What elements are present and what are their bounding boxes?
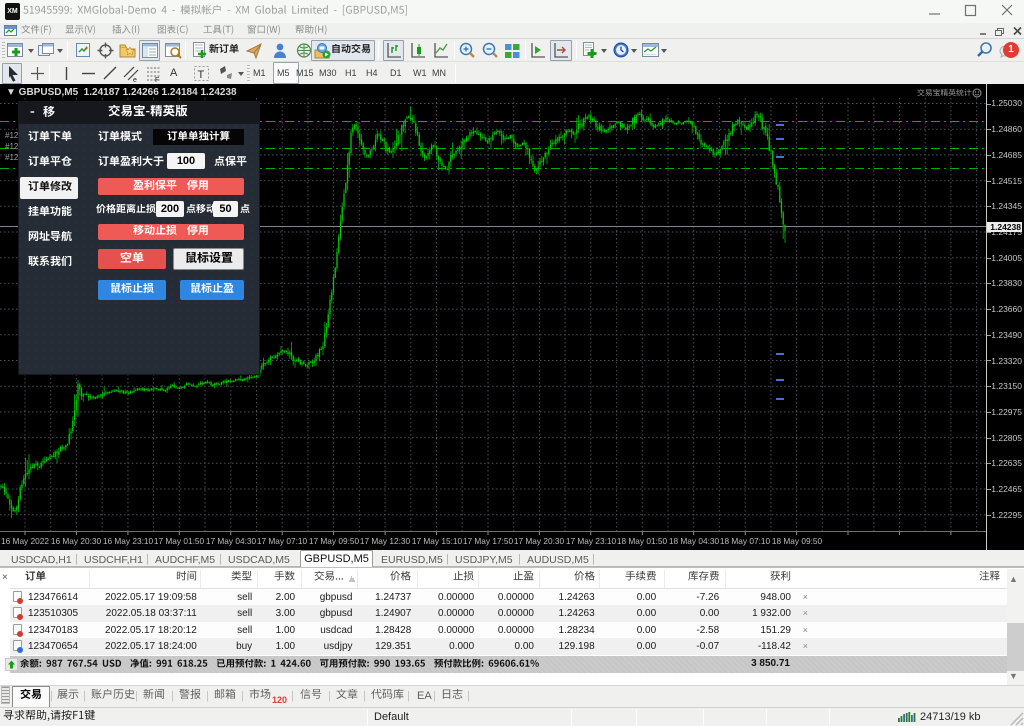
svg-text:T: T	[198, 69, 205, 81]
svg-text:e: e	[133, 77, 137, 83]
svg-text:F: F	[155, 77, 159, 83]
